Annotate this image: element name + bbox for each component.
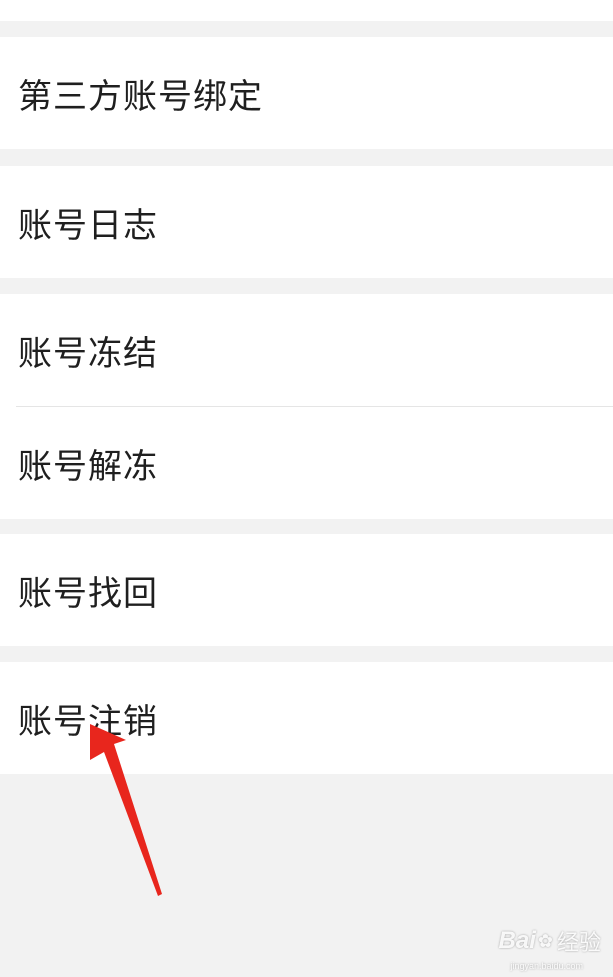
settings-item-account-freeze[interactable]: 账号冻结 xyxy=(0,294,613,406)
baidu-jingyan-watermark: Bai ✿ 经验 xyxy=(499,925,601,957)
settings-item-account-cancel[interactable]: 账号注销 xyxy=(0,662,613,774)
settings-item-third-party-binding[interactable]: 第三方账号绑定 xyxy=(0,37,613,149)
settings-item-label: 账号找回 xyxy=(18,573,158,614)
watermark-brand-suffix: 经验 xyxy=(556,931,601,956)
paw-icon: ✿ xyxy=(537,930,553,952)
settings-group-binding: 第三方账号绑定 xyxy=(0,37,613,149)
settings-group-cancel: 账号注销 xyxy=(0,662,613,774)
settings-item-account-unfreeze[interactable]: 账号解冻 xyxy=(0,407,613,519)
watermark-brand: Bai xyxy=(498,927,536,954)
settings-item-account-log[interactable]: 账号日志 xyxy=(0,166,613,278)
watermark-domain: jingyan.baidu.com xyxy=(510,961,583,971)
previous-section-bottom xyxy=(0,0,613,21)
settings-item-account-recover[interactable]: 账号找回 xyxy=(0,534,613,646)
settings-item-label: 第三方账号绑定 xyxy=(18,76,263,117)
settings-group-log: 账号日志 xyxy=(0,166,613,278)
settings-item-label: 账号注销 xyxy=(18,701,158,742)
settings-item-label: 账号冻结 xyxy=(18,333,158,374)
settings-item-label: 账号解冻 xyxy=(18,446,158,487)
settings-group-freeze: 账号冻结 账号解冻 xyxy=(0,294,613,519)
settings-group-recover: 账号找回 xyxy=(0,534,613,646)
settings-item-label: 账号日志 xyxy=(18,205,158,246)
